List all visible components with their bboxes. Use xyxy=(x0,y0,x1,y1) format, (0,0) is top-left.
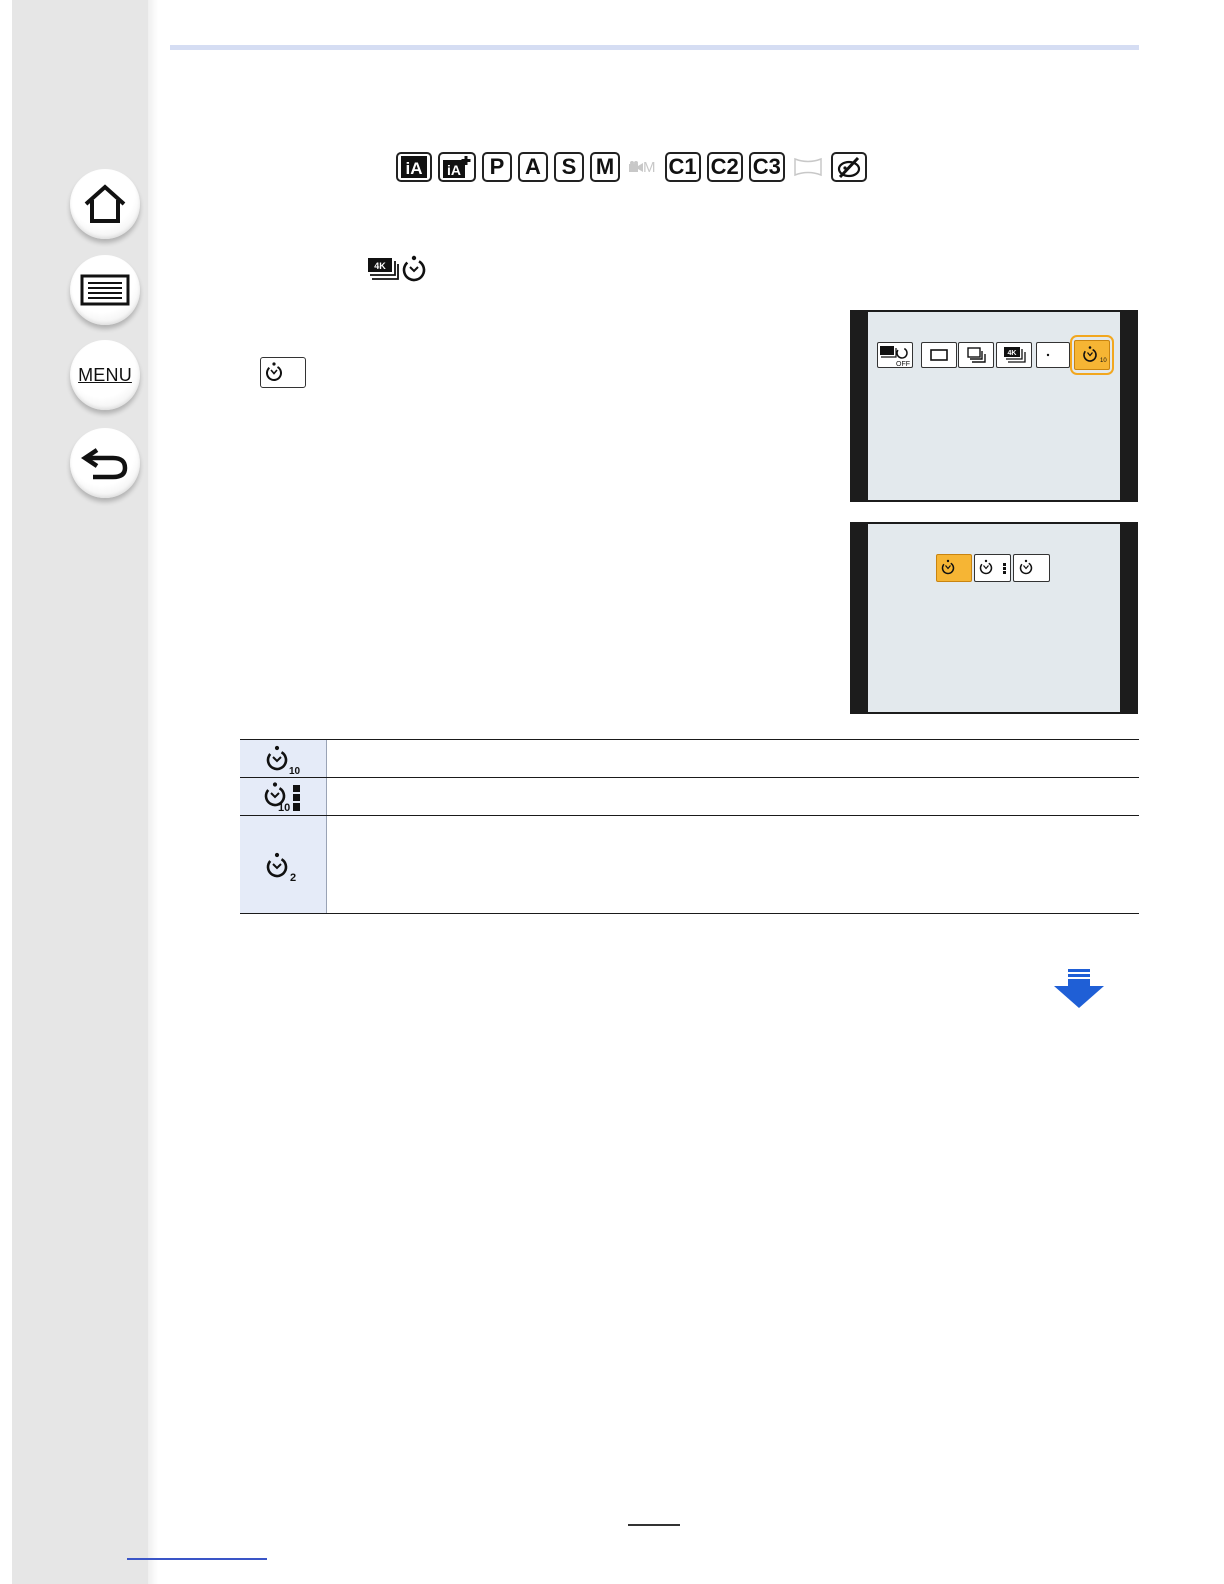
back-button[interactable] xyxy=(70,428,140,498)
menu-button[interactable]: MENU xyxy=(70,340,140,410)
mode-intelligent-auto-icon: iA xyxy=(396,152,432,182)
drive-post-focus-icon xyxy=(1036,342,1070,368)
drive-mode-icon: 4K xyxy=(368,255,430,288)
svg-text:iA: iA xyxy=(447,162,461,178)
drive-4k-timer-off-icon: OFF xyxy=(877,342,913,368)
table-row: 10 xyxy=(240,778,1139,816)
svg-text:iA: iA xyxy=(406,159,423,178)
svg-text:10: 10 xyxy=(278,802,290,813)
timer-10s-3pics-icon-cell: 10 xyxy=(240,778,327,815)
timer-10s-option-icon xyxy=(936,554,972,582)
drive-burst-icon xyxy=(958,342,994,368)
mode-program-icon: P xyxy=(482,152,512,182)
self-timer-key xyxy=(260,357,306,388)
mode-creative-video-icon: M xyxy=(626,152,659,182)
self-timer-10s-icon: 10 xyxy=(266,745,301,775)
svg-text:OFF: OFF xyxy=(896,361,910,367)
mode-aperture-icon: A xyxy=(518,152,548,182)
next-page-arrow[interactable] xyxy=(1053,968,1105,1015)
self-timer-icon xyxy=(266,362,282,381)
timer-2s-icon-cell: 2 xyxy=(240,816,327,913)
mode-creative-control-icon xyxy=(830,152,867,182)
timer-2s-description xyxy=(327,816,1139,913)
screen-1-display: OFF 4K 10 xyxy=(868,312,1120,500)
drive-self-timer-icon: 10 xyxy=(1074,340,1110,370)
home-icon xyxy=(84,184,126,223)
footer-link-underline[interactable] xyxy=(127,1558,267,1560)
timer-10s-3pics-option-icon xyxy=(974,554,1011,582)
svg-text:4K: 4K xyxy=(374,261,386,271)
svg-text:10: 10 xyxy=(1100,358,1107,364)
timer-2s-option-icon xyxy=(1013,554,1050,582)
list-icon xyxy=(80,274,130,306)
mode-shutter-icon: S xyxy=(554,152,584,182)
svg-text:10: 10 xyxy=(289,766,301,775)
header-rule xyxy=(170,45,1139,50)
mode-custom-3-icon: C3 xyxy=(748,152,785,182)
self-timer-table: 10 10 2 xyxy=(240,739,1139,914)
svg-text:2: 2 xyxy=(290,872,296,883)
table-row: 10 xyxy=(240,739,1139,778)
timer-10s-description xyxy=(327,740,1139,777)
self-timer-10s-3-pictures-icon: 10 xyxy=(264,781,300,813)
timer-10s-icon-cell: 10 xyxy=(240,740,327,777)
applicable-modes: iA iA P A S M M C1 C2 C3 xyxy=(396,150,873,184)
page-number-underline xyxy=(628,1524,680,1526)
down-arrow-icon xyxy=(1054,969,1104,1008)
camera-screen-self-timer xyxy=(850,522,1138,714)
sidebar xyxy=(12,0,148,1584)
mode-custom-1-icon: C1 xyxy=(664,152,701,182)
table-row: 2 xyxy=(240,816,1139,914)
mode-intelligent-auto-plus-icon: iA xyxy=(438,152,476,182)
svg-text:4K: 4K xyxy=(1008,350,1017,357)
home-button[interactable] xyxy=(70,169,140,239)
self-timer-2s-icon: 2 xyxy=(266,852,296,883)
menu-button-label: MENU xyxy=(78,364,132,385)
drive-4k-photo-icon: 4K xyxy=(996,342,1032,368)
screen-2-display xyxy=(868,524,1120,712)
sidebar-shadow xyxy=(148,0,158,1584)
back-arrow-icon xyxy=(81,448,128,480)
camera-screen-drive-mode: OFF 4K 10 xyxy=(850,310,1138,502)
drive-single-icon xyxy=(921,342,957,368)
mode-panorama-icon xyxy=(790,152,825,182)
mode-manual-icon: M xyxy=(590,152,620,182)
mode-custom-2-icon: C2 xyxy=(706,152,743,182)
timer-10s-3pics-description xyxy=(327,778,1139,815)
contents-button[interactable] xyxy=(70,255,140,325)
